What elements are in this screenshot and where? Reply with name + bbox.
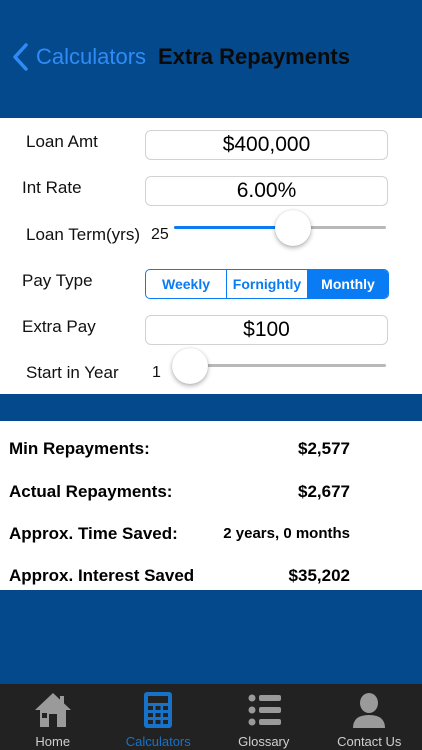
pay-type-monthly[interactable]: Monthly [308,270,388,298]
back-button[interactable]: Calculators [10,40,146,74]
start-year-label: Start in Year [26,363,119,382]
pay-type-weekly[interactable]: Weekly [146,270,227,298]
loan-amount-field[interactable]: $400,000 [145,130,388,160]
tab-contact-us-label: Contact Us [337,734,402,749]
tab-calculators[interactable]: Calculators [106,684,212,750]
time-saved-label: Approx. Time Saved: [9,524,178,543]
person-icon [353,693,386,728]
start-year-slider-thumb[interactable] [172,348,208,384]
extra-pay-label: Extra Pay [22,317,96,336]
loan-term-label: Loan Term(yrs) [26,225,140,244]
min-repayments-value: $2,577 [298,439,350,458]
tab-glossary[interactable]: Glossary [211,684,317,750]
tab-home[interactable]: Home [0,684,106,750]
home-icon [34,693,71,727]
extra-pay-field[interactable]: $100 [145,315,388,345]
start-year-value: 1 [152,364,161,381]
navigation-bar: Calculators Extra Repayments [0,0,422,118]
interest-rate-label: Int Rate [22,178,82,197]
min-repayments-label: Min Repayments: [9,439,150,458]
page-title: Extra Repayments [158,44,350,69]
time-saved-value: 2 years, 0 months [223,525,350,542]
pay-type-label: Pay Type [22,271,93,290]
calculator-icon [144,692,173,728]
pay-type-fortnightly[interactable]: Fornightly [227,270,308,298]
pay-type-segmented-control: Weekly Fornightly Monthly [145,269,389,299]
interest-saved-label: Approx. Interest Saved [9,566,195,585]
input-form: Loan Amt $400,000 Int Rate 6.00% Loan Te… [0,118,422,394]
chevron-left-icon [13,43,28,71]
tab-calculators-label: Calculators [125,734,191,749]
tab-home-label: Home [35,734,71,749]
results-panel: Min Repayments: $2,577 Actual Repayments… [0,421,422,590]
interest-saved-value: $35,202 [288,566,350,585]
tab-contact-us[interactable]: Contact Us [317,684,422,750]
back-label: Calculators [36,44,147,69]
list-icon [248,694,281,726]
interest-rate-field[interactable]: 6.00% [145,176,388,206]
tab-bar: Home Calculators Glossary Contact Us [0,684,422,750]
actual-repayments-value: $2,677 [298,482,350,501]
loan-term-value: 25 [151,226,169,243]
tab-glossary-label: Glossary [238,734,290,749]
loan-amount-label: Loan Amt [26,132,98,151]
loan-term-slider-thumb[interactable] [274,210,311,246]
actual-repayments-label: Actual Repayments: [9,482,173,501]
